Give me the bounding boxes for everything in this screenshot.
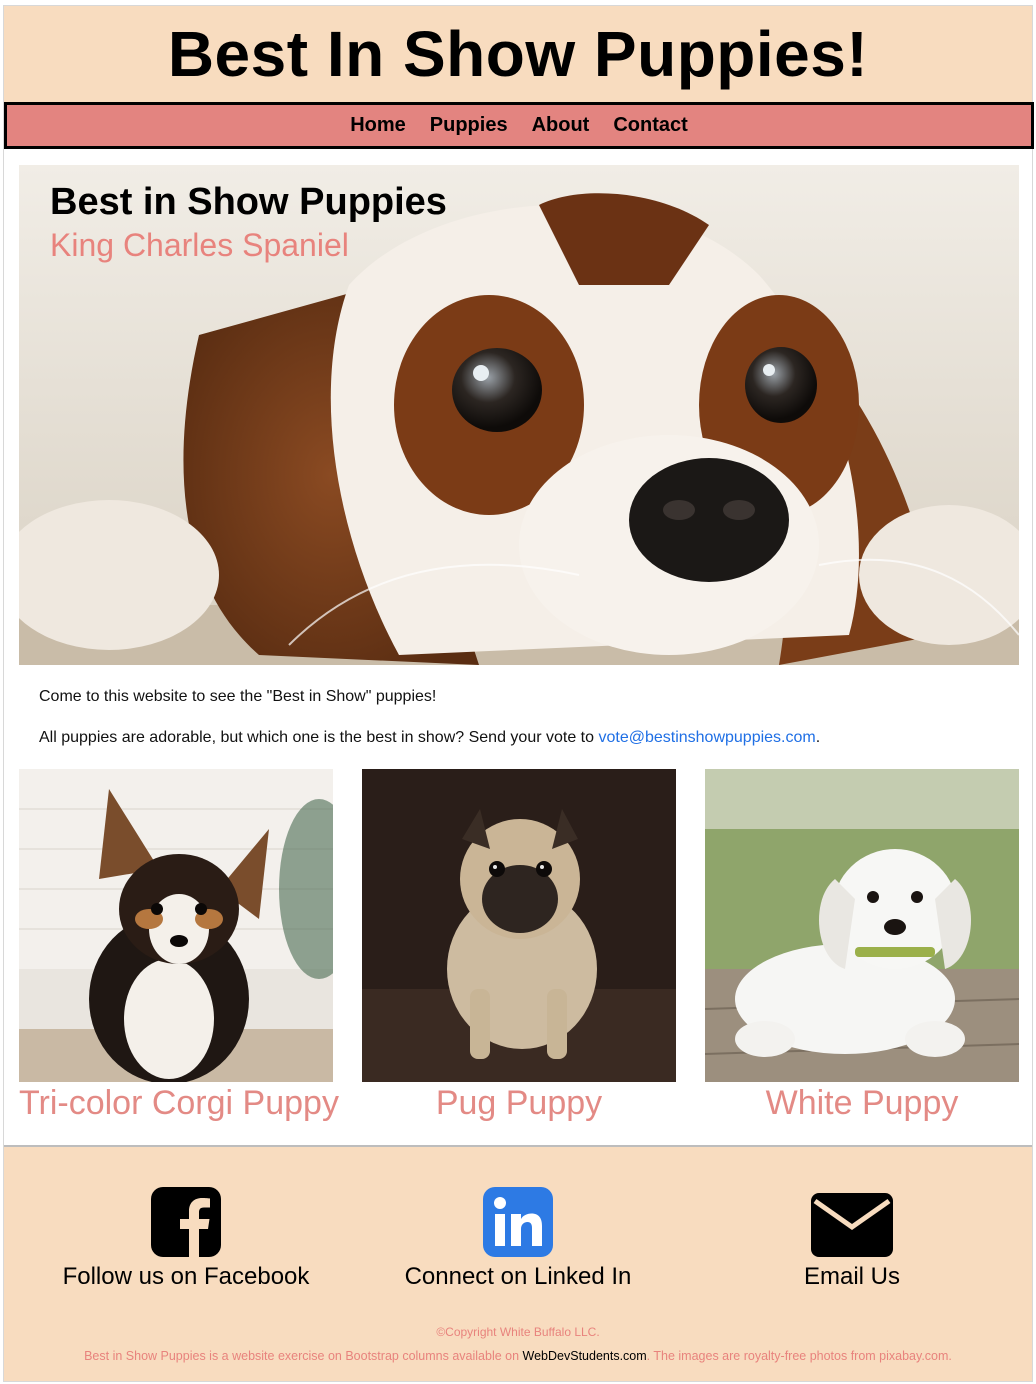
puppy-card-corgi: Tri-color Corgi Puppy bbox=[19, 769, 339, 1122]
site-header: Best In Show Puppies! bbox=[4, 6, 1032, 102]
puppy-label-pug: Pug Puppy bbox=[435, 1084, 603, 1122]
webdevstudents-link[interactable]: WebDevStudents.com bbox=[523, 1349, 647, 1363]
linkedin-link[interactable]: Connect on Linked In bbox=[368, 1187, 668, 1291]
facebook-label: Follow us on Facebook bbox=[62, 1263, 310, 1290]
nav-link-about[interactable]: About bbox=[532, 114, 590, 137]
intro-line-2: All puppies are adorable, but which one … bbox=[39, 729, 999, 747]
nav-link-home[interactable]: Home bbox=[350, 114, 406, 137]
email-label: Email Us bbox=[803, 1263, 900, 1290]
copyright-text: ©Copyright White Buffalo LLC. bbox=[436, 1325, 600, 1339]
pug-puppy-image bbox=[362, 769, 676, 1082]
hero-banner: Best in Show Puppies King Charles Spanie… bbox=[19, 165, 1019, 665]
hero-heading: Best in Show Puppies bbox=[50, 181, 447, 223]
puppy-label-white: White Puppy bbox=[765, 1084, 959, 1122]
facebook-icon bbox=[151, 1187, 221, 1257]
puppy-label-corgi: Tri-color Corgi Puppy bbox=[19, 1084, 339, 1122]
page: Best In Show Puppies! Home Puppies About… bbox=[0, 0, 1036, 1384]
puppy-card-pug: Pug Puppy bbox=[362, 769, 676, 1122]
footer-note-end: . The images are royalty-free photos fro… bbox=[646, 1349, 952, 1363]
puppy-card-white: White Puppy bbox=[705, 769, 1019, 1122]
corgi-puppy-image bbox=[19, 769, 333, 1082]
linkedin-label: Connect on Linked In bbox=[404, 1263, 632, 1290]
white-puppy-image bbox=[705, 769, 1019, 1082]
main-nav: Home Puppies About Contact bbox=[4, 102, 1034, 149]
site-footer: Follow us on Facebook Connect on Linked … bbox=[4, 1147, 1032, 1381]
intro-line-1: Come to this website to see the "Best in… bbox=[39, 688, 437, 705]
email-icon bbox=[811, 1193, 893, 1257]
footer-note: Best in Show Puppies is a website exerci… bbox=[4, 1349, 1032, 1363]
intro-line-2-text: All puppies are adorable, but which one … bbox=[39, 729, 599, 746]
facebook-link[interactable]: Follow us on Facebook bbox=[36, 1187, 336, 1291]
intro-text: Come to this website to see the "Best in… bbox=[39, 688, 999, 770]
hero-subheading: King Charles Spaniel bbox=[50, 227, 349, 263]
linkedin-icon bbox=[483, 1187, 553, 1257]
site-title: Best In Show Puppies! bbox=[167, 18, 869, 90]
vote-email-link[interactable]: vote@bestinshowpuppies.com bbox=[598, 729, 815, 746]
nav-link-contact[interactable]: Contact bbox=[613, 114, 687, 137]
email-link[interactable]: Email Us bbox=[702, 1187, 1002, 1291]
intro-line-2-end: . bbox=[815, 729, 821, 746]
nav-link-puppies[interactable]: Puppies bbox=[430, 114, 508, 137]
footer-note-text: Best in Show Puppies is a website exerci… bbox=[84, 1349, 523, 1363]
